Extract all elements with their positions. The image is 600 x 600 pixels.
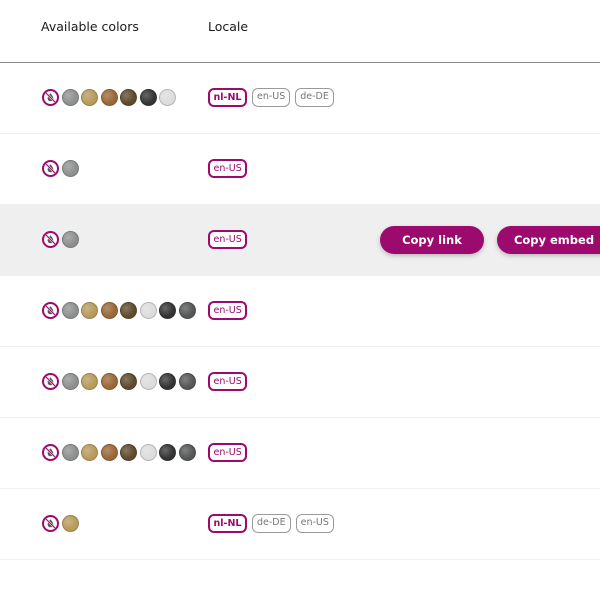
- color-swatch-none[interactable]: [42, 231, 59, 248]
- locale-badges: en-US: [208, 443, 248, 462]
- color-swatch-white[interactable]: [139, 302, 157, 319]
- locale-badge-de-de[interactable]: de-DE: [295, 88, 334, 107]
- color-swatch-brown[interactable]: [120, 444, 137, 461]
- column-header-locale: Locale: [208, 19, 249, 34]
- color-swatch-brown[interactable]: [120, 89, 137, 106]
- locale-badge-nl-nl[interactable]: nl-NL: [208, 88, 247, 107]
- table-row[interactable]: en-US: [0, 276, 600, 347]
- color-swatch-none[interactable]: [42, 302, 59, 319]
- color-swatch-black[interactable]: [159, 302, 176, 319]
- copy-link-button[interactable]: Copy link: [380, 226, 484, 254]
- no-color-icon: [45, 234, 56, 245]
- color-swatches: [42, 160, 79, 177]
- locale-badge-en-us[interactable]: en-US: [251, 88, 291, 107]
- locale-badges: nl-NL de-DE en-US: [208, 514, 334, 533]
- color-swatch-gray[interactable]: [61, 89, 79, 106]
- table-row[interactable]: nl-NL de-DE en-US: [0, 489, 600, 560]
- locale-badge-en-us[interactable]: en-US: [208, 230, 248, 249]
- locale-badge-en-us[interactable]: en-US: [208, 301, 248, 320]
- locale-badges: en-US: [208, 301, 248, 320]
- color-swatch-bronze[interactable]: [100, 444, 118, 461]
- color-swatch-graphite[interactable]: [178, 373, 196, 390]
- locale-badges: nl-NL en-US de-DE: [208, 88, 334, 107]
- color-swatch-gray[interactable]: [61, 373, 79, 390]
- color-swatch-graphite[interactable]: [178, 444, 196, 461]
- color-swatch-white[interactable]: [139, 444, 157, 461]
- color-swatch-none[interactable]: [42, 89, 59, 106]
- color-swatch-none[interactable]: [42, 444, 59, 461]
- color-swatches: [42, 373, 196, 390]
- locale-badges: en-US: [208, 230, 248, 249]
- color-swatch-gold[interactable]: [81, 89, 98, 106]
- color-swatch-bronze[interactable]: [100, 302, 118, 319]
- color-swatch-black[interactable]: [159, 373, 176, 390]
- color-swatch-white[interactable]: [139, 373, 157, 390]
- locale-badge-en-us[interactable]: en-US: [208, 372, 248, 391]
- color-swatch-brown[interactable]: [120, 302, 137, 319]
- color-swatch-bronze[interactable]: [100, 89, 118, 106]
- color-swatch-bronze[interactable]: [100, 373, 118, 390]
- color-swatches: [42, 515, 79, 532]
- locale-badges: en-US: [208, 372, 248, 391]
- color-swatch-brown[interactable]: [120, 373, 137, 390]
- color-swatch-none[interactable]: [42, 160, 59, 177]
- no-color-icon: [45, 518, 56, 529]
- color-swatch-none[interactable]: [42, 373, 59, 390]
- color-swatches: [42, 89, 176, 106]
- no-color-icon: [45, 305, 56, 316]
- locale-badge-nl-nl[interactable]: nl-NL: [208, 514, 247, 533]
- color-swatch-gold[interactable]: [81, 373, 98, 390]
- locale-badge-en-us[interactable]: en-US: [295, 514, 334, 533]
- row-actions: Copy link Copy embed: [380, 226, 600, 254]
- color-swatches: [42, 302, 196, 319]
- color-swatch-gray[interactable]: [61, 302, 79, 319]
- color-swatch-gold[interactable]: [61, 515, 79, 532]
- column-header-available-colors: Available colors: [41, 19, 139, 34]
- color-swatch-graphite[interactable]: [178, 302, 196, 319]
- color-swatches: [42, 231, 79, 248]
- table-header: Available colors Locale: [0, 0, 600, 63]
- no-color-icon: [45, 376, 56, 387]
- no-color-icon: [45, 92, 56, 103]
- color-swatch-white[interactable]: [159, 89, 176, 106]
- color-swatch-gray[interactable]: [61, 231, 79, 248]
- no-color-icon: [45, 447, 56, 458]
- locale-badges: en-US: [208, 159, 248, 178]
- color-swatch-gray[interactable]: [61, 444, 79, 461]
- table-row[interactable]: nl-NL en-US de-DE: [0, 63, 600, 134]
- table-row[interactable]: en-US: [0, 418, 600, 489]
- color-swatch-black[interactable]: [139, 89, 157, 106]
- color-swatch-gray[interactable]: [61, 160, 79, 177]
- locale-badge-en-us[interactable]: en-US: [208, 159, 248, 178]
- no-color-icon: [45, 163, 56, 174]
- color-swatch-black[interactable]: [159, 444, 176, 461]
- color-swatch-none[interactable]: [42, 515, 59, 532]
- color-swatch-gold[interactable]: [81, 444, 98, 461]
- table-row[interactable]: en-US: [0, 347, 600, 418]
- table-body: nl-NL en-US de-DE en-US en-US Copy link Copy e…: [0, 63, 600, 560]
- locale-badge-en-us[interactable]: en-US: [208, 443, 248, 462]
- locale-badge-de-de[interactable]: de-DE: [251, 514, 291, 533]
- color-swatch-gold[interactable]: [81, 302, 98, 319]
- copy-embed-button[interactable]: Copy embed: [497, 226, 600, 254]
- table-row[interactable]: en-US: [0, 134, 600, 205]
- color-swatches: [42, 444, 196, 461]
- table-row[interactable]: en-US Copy link Copy embed: [0, 205, 600, 276]
